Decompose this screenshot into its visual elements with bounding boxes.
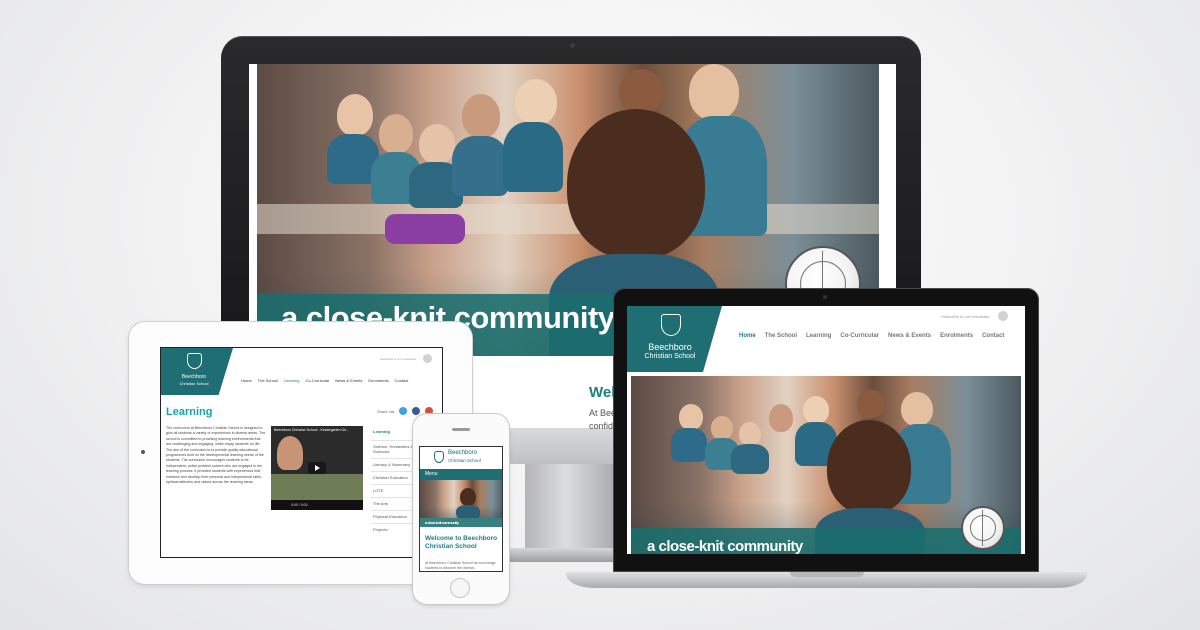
phone-welcome-text: At Beechboro Christian School we encoura… xyxy=(425,561,496,570)
menu-label: Menu xyxy=(425,471,438,477)
phone-screen: Beechboro Christian School Menu a close-… xyxy=(419,446,503,572)
nav-learning[interactable]: Learning xyxy=(284,378,300,383)
camera-icon xyxy=(141,450,145,454)
phone-header: Beechboro Christian School xyxy=(420,447,502,469)
nav-contact[interactable]: Contact xyxy=(982,333,1004,339)
nav-enrolments[interactable]: Enrolments xyxy=(368,378,388,383)
logo-name-line1: Beechboro xyxy=(448,450,478,456)
desktop-monitor-stand xyxy=(525,464,615,554)
play-icon[interactable] xyxy=(308,462,326,474)
video-time: 0:00 / 0:00 xyxy=(291,503,308,507)
logo-name-line2: Christian School xyxy=(448,458,481,463)
nav-home[interactable]: Home xyxy=(739,333,756,339)
hero-banner-text: a close-knit community xyxy=(647,538,803,554)
logo-name-line1: Beechboro xyxy=(181,374,207,380)
hero-banner-text: a close-knit community xyxy=(425,520,459,525)
main-nav: Home The School Learning Co-Curricular N… xyxy=(241,378,408,383)
nav-home[interactable]: Home xyxy=(241,378,252,383)
laptop-notch xyxy=(790,572,864,577)
share-label: Share via: xyxy=(377,409,396,414)
logo-name-line2: Christian School xyxy=(644,353,696,360)
hero-banner: a close-knit community xyxy=(420,518,502,527)
hero-photo xyxy=(420,480,502,518)
nav-enrolments[interactable]: Enrolments xyxy=(940,333,973,339)
crest-icon xyxy=(187,353,202,369)
laptop-screen: Beechboro Christian School Subscribe to … xyxy=(627,306,1025,554)
home-button-icon[interactable] xyxy=(450,578,470,598)
nav-news-events[interactable]: News & Events xyxy=(888,333,931,339)
crest-icon xyxy=(661,314,681,336)
menu-button[interactable]: Menu xyxy=(420,469,502,480)
nav-news-events[interactable]: News & Events xyxy=(335,378,362,383)
phone-welcome-heading: Welcome to Beechboro Christian School xyxy=(425,535,498,550)
page-title: Learning xyxy=(166,406,213,418)
nav-the-school[interactable]: The School xyxy=(765,333,797,339)
nav-co-curricular[interactable]: Co-Curricular xyxy=(840,333,879,339)
nav-co-curricular[interactable]: Co-Curricular xyxy=(305,378,329,383)
logo-name-line1: Beechboro xyxy=(648,342,692,352)
site-logo[interactable]: Beechboro Christian School xyxy=(161,348,233,395)
learning-paragraph: The curriculum at Beechboro Christian Sc… xyxy=(166,426,266,485)
camera-icon xyxy=(823,295,827,299)
subscribe-icon[interactable] xyxy=(998,311,1008,321)
nav-learning[interactable]: Learning xyxy=(806,333,831,339)
tablet-screen: Beechboro Christian School Subscribe to … xyxy=(160,347,443,558)
nav-the-school[interactable]: The School xyxy=(258,378,278,383)
newsletter-subscribe-link[interactable]: Subscribe to our newsletter xyxy=(941,314,989,319)
logo-name-line2: Christian School xyxy=(179,381,209,386)
twitter-icon[interactable] xyxy=(399,407,407,415)
main-nav: Home The School Learning Co-Curricular N… xyxy=(739,333,1004,339)
nav-contact[interactable]: Contact xyxy=(395,378,409,383)
phone-speaker xyxy=(452,428,470,431)
site-logo[interactable]: Beechboro Christian School xyxy=(627,306,722,372)
camera-icon xyxy=(570,43,575,48)
video-player[interactable]: Beechboro Christian School - Kindergarte… xyxy=(271,426,363,510)
subscribe-icon[interactable] xyxy=(423,354,432,363)
video-title: Beechboro Christian School - Kindergarte… xyxy=(274,428,350,432)
facebook-icon[interactable] xyxy=(412,407,420,415)
newsletter-subscribe-link[interactable]: Subscribe to our newsletter xyxy=(380,357,416,361)
globe-icon xyxy=(961,506,1005,550)
video-controls[interactable]: 0:00 / 0:00 xyxy=(271,500,363,510)
crest-icon xyxy=(434,451,444,463)
